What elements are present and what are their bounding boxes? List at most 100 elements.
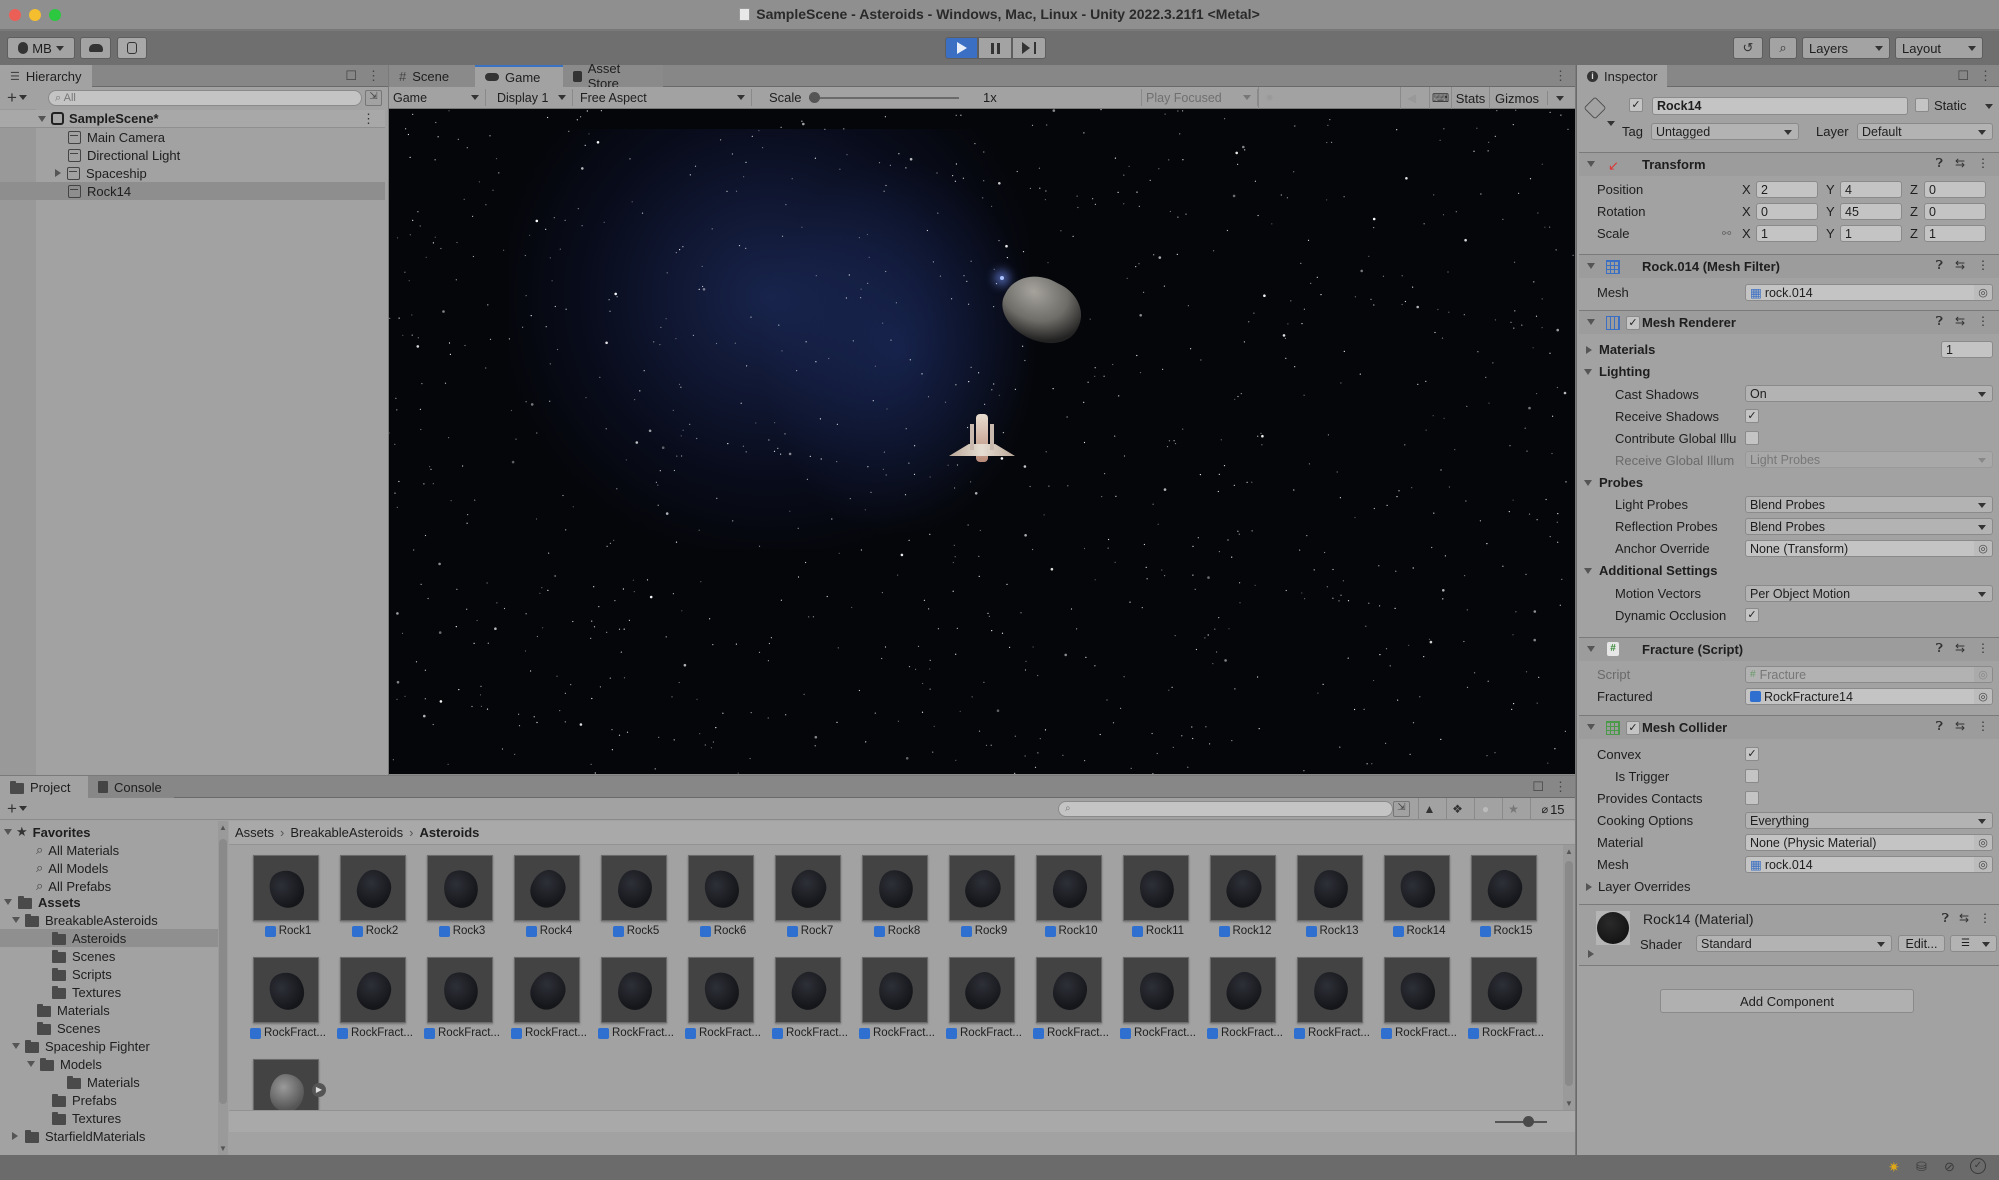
asset-item[interactable]: Rock1 bbox=[248, 855, 322, 945]
light-probes-dropdown[interactable]: Blend Probes bbox=[1745, 496, 1993, 513]
fold-arrow-icon[interactable] bbox=[1587, 724, 1595, 730]
tab-scene[interactable]: # Scene bbox=[389, 65, 475, 87]
asset-item[interactable]: Rock13 bbox=[1292, 855, 1366, 945]
breadcrumb-item[interactable]: Assets bbox=[235, 825, 274, 840]
asset-item[interactable]: RockFract... bbox=[1118, 957, 1196, 1047]
anchor-override-field[interactable]: None (Transform) ◎ bbox=[1745, 540, 1993, 557]
folder-tree-item[interactable]: Spaceship Fighter bbox=[0, 1037, 218, 1055]
asset-item[interactable]: Rock11 bbox=[1118, 855, 1192, 945]
dynamic-occlusion-checkbox[interactable]: ✓ bbox=[1745, 608, 1759, 622]
fractured-field[interactable]: RockFracture14 ◎ bbox=[1745, 688, 1993, 705]
add-object-button[interactable]: + bbox=[7, 88, 27, 108]
asset-item[interactable]: Rock10 bbox=[1031, 855, 1105, 945]
folder-tree-item[interactable]: Scenes bbox=[0, 1019, 218, 1037]
tab-project[interactable]: Project bbox=[0, 776, 88, 798]
mesh-filter-mesh-field[interactable]: ▦ rock.014 ◎ bbox=[1745, 284, 1993, 301]
kebab-menu-icon[interactable]: ⋮ bbox=[1977, 641, 1989, 656]
asset-item[interactable]: Rock3 bbox=[422, 855, 496, 945]
axis-y-label[interactable]: Y bbox=[1826, 226, 1835, 241]
asset-item[interactable]: RockFract... bbox=[1466, 957, 1544, 1047]
expand-arrow-icon[interactable] bbox=[1586, 346, 1592, 354]
shader-dropdown[interactable]: Standard bbox=[1696, 935, 1892, 952]
filter-by-label-button[interactable]: ❖ bbox=[1446, 798, 1468, 820]
cloud-button[interactable] bbox=[80, 37, 111, 59]
asset-item[interactable]: Rock8 bbox=[857, 855, 931, 945]
preset-icon[interactable]: ⇆ bbox=[1955, 641, 1965, 656]
fold-arrow-icon[interactable] bbox=[4, 829, 12, 835]
asset-item[interactable]: Rock5 bbox=[596, 855, 670, 945]
scale-x-field[interactable]: 1 bbox=[1756, 225, 1818, 242]
scrollbar-thumb[interactable] bbox=[219, 839, 227, 1104]
fold-arrow-icon[interactable] bbox=[4, 899, 12, 905]
folder-tree-item[interactable]: Materials bbox=[0, 1001, 218, 1019]
aspect-dropdown[interactable]: Free Aspect bbox=[576, 89, 752, 106]
kebab-menu-icon[interactable]: ⋮ bbox=[1977, 314, 1989, 329]
asset-item[interactable]: ▶ bbox=[248, 1059, 326, 1149]
hierarchy-item[interactable]: Spaceship bbox=[0, 164, 385, 182]
add-component-button[interactable]: Add Component bbox=[1660, 989, 1914, 1013]
scale-slider[interactable] bbox=[809, 92, 959, 103]
asset-item[interactable]: Rock6 bbox=[683, 855, 757, 945]
position-z-field[interactable]: 0 bbox=[1924, 181, 1986, 198]
folder-tree-item[interactable]: Materials bbox=[0, 1073, 218, 1091]
tab-hierarchy[interactable]: ☰ Hierarchy bbox=[0, 65, 92, 87]
object-picker-icon[interactable]: ◎ bbox=[1974, 285, 1992, 300]
asset-item[interactable]: RockFract... bbox=[335, 957, 413, 1047]
folder-tree-item[interactable]: Textures bbox=[0, 983, 218, 1001]
motion-vectors-dropdown[interactable]: Per Object Motion bbox=[1745, 585, 1993, 602]
play-button[interactable] bbox=[945, 37, 978, 59]
step-button[interactable] bbox=[1012, 37, 1046, 59]
search-button[interactable]: ⌕ bbox=[1769, 37, 1797, 59]
layer-dropdown[interactable]: Default bbox=[1857, 123, 1993, 140]
create-asset-button[interactable]: + bbox=[7, 799, 27, 819]
lock-icon[interactable]: ☐ bbox=[345, 68, 357, 84]
folder-tree-item[interactable]: Models bbox=[0, 1055, 218, 1073]
favorite-item[interactable]: ⌕ All Materials bbox=[36, 841, 119, 859]
folder-tree-item[interactable]: Asteroids bbox=[0, 929, 218, 947]
axis-x-label[interactable]: X bbox=[1742, 182, 1751, 197]
breadcrumb-item[interactable]: BreakableAsteroids bbox=[290, 825, 403, 840]
asset-item[interactable]: RockFract... bbox=[1031, 957, 1109, 1047]
debug-button[interactable]: ✷ bbox=[1258, 87, 1280, 109]
help-icon[interactable]: ❓︎ bbox=[1942, 911, 1949, 926]
mesh-collider-header[interactable]: ✓ Mesh Collider ❓︎ ⇆ ⋮ bbox=[1579, 715, 1999, 739]
object-name-input[interactable]: Rock14 bbox=[1652, 97, 1908, 115]
fold-arrow-icon[interactable] bbox=[1587, 263, 1595, 269]
fracture-script-header[interactable]: # Fracture (Script) ❓︎ ⇆ ⋮ bbox=[1579, 637, 1999, 661]
is-trigger-checkbox[interactable] bbox=[1745, 769, 1759, 783]
asset-item[interactable]: RockFract... bbox=[683, 957, 761, 1047]
filter-by-log-button[interactable]: ● bbox=[1474, 798, 1496, 820]
lock-icon[interactable]: ☐ bbox=[1957, 68, 1969, 84]
kebab-menu-icon[interactable]: ⋮ bbox=[1977, 258, 1989, 273]
mesh-renderer-enabled-checkbox[interactable]: ✓ bbox=[1626, 316, 1640, 330]
scroll-down-icon[interactable]: ▼ bbox=[1565, 1099, 1573, 1108]
preset-icon[interactable]: ⇆ bbox=[1955, 719, 1965, 734]
preset-icon[interactable]: ⇆ bbox=[1955, 156, 1965, 171]
mesh-renderer-header[interactable]: ✓ Mesh Renderer ❓︎ ⇆ ⋮ bbox=[1579, 310, 1999, 334]
axis-z-label[interactable]: Z bbox=[1910, 226, 1918, 241]
display-dropdown[interactable]: Display 1 bbox=[493, 89, 573, 106]
probes-label[interactable]: Probes bbox=[1599, 475, 1643, 490]
scale-slider-knob[interactable] bbox=[809, 92, 820, 103]
fold-arrow-icon[interactable] bbox=[1587, 319, 1595, 325]
edit-shader-button[interactable]: Edit... bbox=[1898, 935, 1945, 952]
spaceship[interactable] bbox=[949, 414, 1015, 470]
scroll-up-icon[interactable]: ▲ bbox=[219, 823, 227, 832]
constrain-proportions-icon[interactable]: ⚯ bbox=[1722, 227, 1731, 240]
asset-item[interactable]: RockFract... bbox=[509, 957, 587, 1047]
tab-asset-store[interactable]: Asset Store bbox=[563, 61, 663, 91]
favorite-item[interactable]: ⌕ All Models bbox=[36, 859, 108, 877]
asset-item[interactable]: RockFract... bbox=[596, 957, 674, 1047]
hierarchy-search-input[interactable]: ⌕ All bbox=[48, 90, 362, 106]
asset-item[interactable]: RockFract... bbox=[422, 957, 500, 1047]
static-checkbox[interactable] bbox=[1915, 98, 1929, 112]
asset-item[interactable]: RockFract... bbox=[770, 957, 848, 1047]
layer-overrides-label[interactable]: Layer Overrides bbox=[1598, 879, 1690, 894]
kebab-menu-icon[interactable]: ⋮ bbox=[1979, 911, 1991, 926]
collider-material-field[interactable]: None (Physic Material) ◎ bbox=[1745, 834, 1993, 851]
asset-item[interactable]: RockFract... bbox=[1379, 957, 1457, 1047]
object-picker-icon[interactable]: ◎ bbox=[1974, 857, 1992, 872]
axis-z-label[interactable]: Z bbox=[1910, 182, 1918, 197]
fold-arrow-icon[interactable] bbox=[27, 1061, 35, 1067]
cache-icon[interactable]: ⛁ bbox=[1916, 1159, 1927, 1175]
